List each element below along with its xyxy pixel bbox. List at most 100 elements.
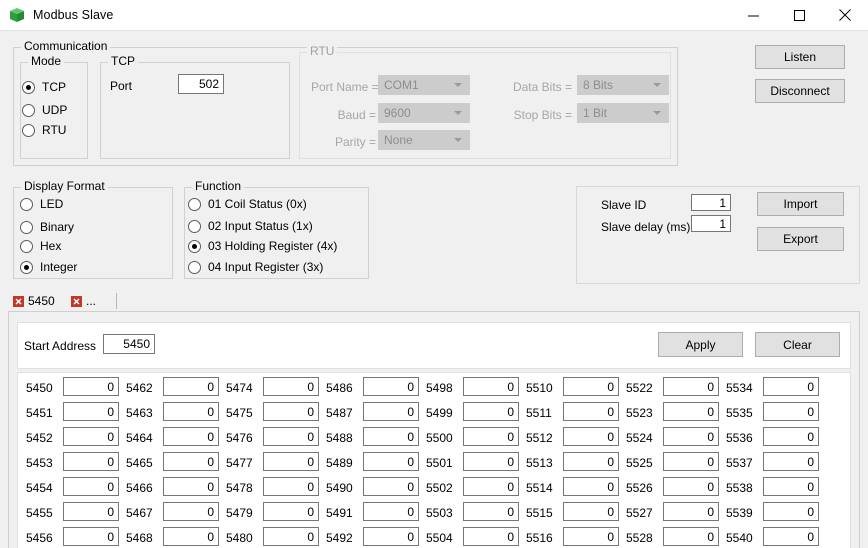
register-value-input[interactable]: 0: [263, 427, 319, 446]
register-value-input[interactable]: 0: [563, 527, 619, 546]
register-value-input[interactable]: 0: [663, 527, 719, 546]
tcp-port-input[interactable]: 502: [178, 74, 224, 94]
display-format-option-hex[interactable]: Hex: [20, 239, 61, 253]
disconnect-button[interactable]: Disconnect: [755, 79, 845, 103]
register-value-input[interactable]: 0: [463, 377, 519, 396]
radio-function-03[interactable]: [188, 239, 201, 253]
radio-hex[interactable]: [20, 239, 33, 253]
register-value-input[interactable]: 0: [763, 477, 819, 496]
register-value-input[interactable]: 0: [363, 427, 419, 446]
register-value-input[interactable]: 0: [163, 377, 219, 396]
register-value-input[interactable]: 0: [263, 477, 319, 496]
function-option-04[interactable]: 04 Input Register (3x): [188, 260, 323, 274]
radio-led[interactable]: [20, 197, 33, 211]
register-value-input[interactable]: 0: [463, 527, 519, 546]
radio-function-02[interactable]: [188, 219, 201, 233]
radio-function-04[interactable]: [188, 260, 201, 274]
register-address: 5539: [726, 506, 753, 520]
register-value-input[interactable]: 0: [63, 377, 119, 396]
close-icon[interactable]: [822, 0, 868, 31]
slave-id-input[interactable]: 1: [691, 194, 731, 211]
register-value-input[interactable]: 0: [63, 527, 119, 546]
register-value-input[interactable]: 0: [663, 402, 719, 421]
function-option-02[interactable]: 02 Input Status (1x): [188, 219, 313, 233]
register-value-input[interactable]: 0: [263, 452, 319, 471]
register-value-input[interactable]: 0: [463, 502, 519, 521]
radio-function-01[interactable]: [188, 197, 201, 211]
apply-button[interactable]: Apply: [658, 332, 743, 357]
register-value-input[interactable]: 0: [363, 477, 419, 496]
register-value-input[interactable]: 0: [663, 377, 719, 396]
register-value-input[interactable]: 0: [263, 527, 319, 546]
close-tab-icon[interactable]: [13, 295, 24, 307]
register-address: 5523: [626, 406, 653, 420]
display-format-option-led[interactable]: LED: [20, 197, 63, 211]
radio-rtu[interactable]: [22, 123, 35, 137]
display-format-option-integer[interactable]: Integer: [20, 260, 77, 274]
register-value-input[interactable]: 0: [163, 427, 219, 446]
register-address: 5510: [526, 381, 553, 395]
radio-tcp[interactable]: [22, 80, 35, 94]
close-tab-icon[interactable]: [71, 295, 82, 307]
register-value-input[interactable]: 0: [463, 477, 519, 496]
register-value-input[interactable]: 0: [163, 502, 219, 521]
register-value-input[interactable]: 0: [563, 377, 619, 396]
register-value-input[interactable]: 0: [763, 402, 819, 421]
register-value-input[interactable]: 0: [363, 402, 419, 421]
start-address-input[interactable]: 5450: [103, 334, 155, 354]
mode-label-udp: UDP: [42, 103, 68, 117]
register-value-input[interactable]: 0: [463, 402, 519, 421]
register-value-input[interactable]: 0: [363, 377, 419, 396]
register-value-input[interactable]: 0: [363, 452, 419, 471]
tab-more[interactable]: ...: [66, 291, 114, 311]
export-button[interactable]: Export: [757, 227, 844, 251]
register-value-input[interactable]: 0: [463, 452, 519, 471]
mode-option-rtu[interactable]: RTU: [22, 123, 66, 137]
radio-udp[interactable]: [22, 103, 35, 117]
register-value-input[interactable]: 0: [763, 377, 819, 396]
register-value-input[interactable]: 0: [63, 427, 119, 446]
clear-button[interactable]: Clear: [755, 332, 840, 357]
display-format-option-binary[interactable]: Binary: [20, 220, 74, 234]
register-value-input[interactable]: 0: [563, 477, 619, 496]
register-value-input[interactable]: 0: [363, 502, 419, 521]
register-value-input[interactable]: 0: [63, 502, 119, 521]
radio-integer[interactable]: [20, 260, 33, 274]
register-value-input[interactable]: 0: [263, 377, 319, 396]
register-value-input[interactable]: 0: [163, 527, 219, 546]
register-value-input[interactable]: 0: [663, 477, 719, 496]
register-value-input[interactable]: 0: [563, 402, 619, 421]
register-value-input[interactable]: 0: [263, 502, 319, 521]
mode-option-udp[interactable]: UDP: [22, 103, 67, 117]
register-value-input[interactable]: 0: [563, 427, 619, 446]
mode-option-tcp[interactable]: TCP: [22, 80, 66, 94]
register-value-input[interactable]: 0: [663, 427, 719, 446]
register-value-input[interactable]: 0: [163, 477, 219, 496]
register-value-input[interactable]: 0: [763, 427, 819, 446]
rtu-port-name-value: COM1: [384, 78, 419, 92]
register-value-input[interactable]: 0: [763, 452, 819, 471]
function-option-03[interactable]: 03 Holding Register (4x): [188, 239, 337, 253]
function-option-01[interactable]: 01 Coil Status (0x): [188, 197, 307, 211]
register-value-input[interactable]: 0: [363, 527, 419, 546]
register-value-input[interactable]: 0: [163, 402, 219, 421]
register-value-input[interactable]: 0: [563, 502, 619, 521]
register-value-input[interactable]: 0: [763, 527, 819, 546]
register-value-input[interactable]: 0: [63, 402, 119, 421]
register-value-input[interactable]: 0: [163, 452, 219, 471]
register-value-input[interactable]: 0: [763, 502, 819, 521]
register-value-input[interactable]: 0: [663, 502, 719, 521]
register-value-input[interactable]: 0: [563, 452, 619, 471]
register-value-input[interactable]: 0: [663, 452, 719, 471]
register-value-input[interactable]: 0: [263, 402, 319, 421]
slave-delay-input[interactable]: 1: [691, 215, 731, 232]
minimize-icon[interactable]: [730, 0, 776, 31]
tab-5450[interactable]: 5450: [8, 291, 64, 311]
import-button[interactable]: Import: [757, 192, 844, 216]
listen-button[interactable]: Listen: [755, 45, 845, 69]
register-value-input[interactable]: 0: [63, 477, 119, 496]
register-value-input[interactable]: 0: [463, 427, 519, 446]
register-value-input[interactable]: 0: [63, 452, 119, 471]
radio-binary[interactable]: [20, 220, 33, 234]
maximize-icon[interactable]: [776, 0, 822, 31]
